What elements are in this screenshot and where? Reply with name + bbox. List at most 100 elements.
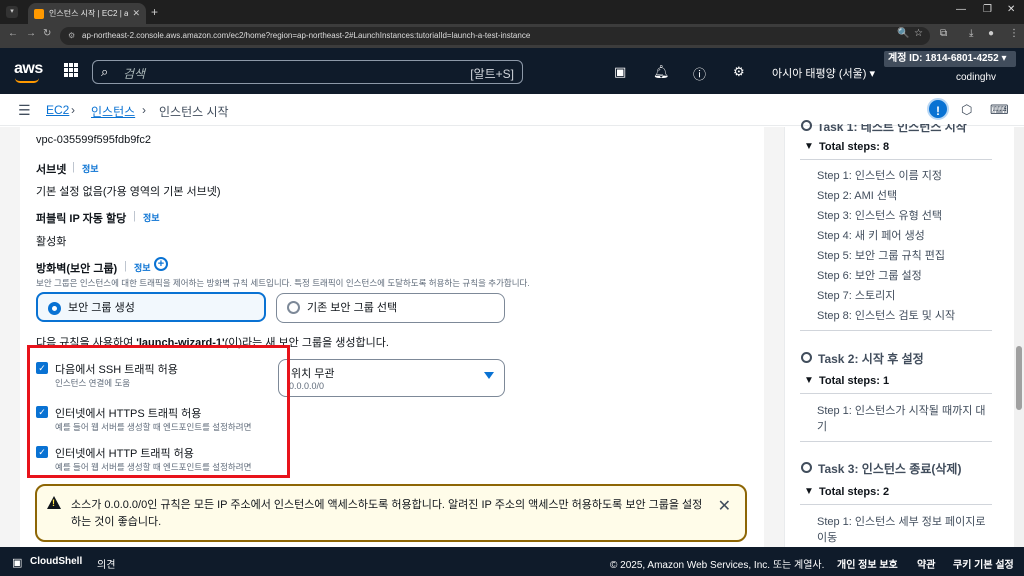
close-tab-icon[interactable]: ✕	[132, 8, 140, 19]
tab-title: 인스턴스 시작 | EC2 | ap-northe	[49, 9, 129, 18]
search-icon: ⌕	[101, 64, 109, 79]
scrollbar-thumb[interactable]	[1016, 346, 1022, 410]
warning-icon	[47, 496, 61, 509]
tutorial-panel-icon[interactable]: ⬡	[961, 102, 972, 118]
cloudshell-footer-icon[interactable]: ▣	[12, 556, 22, 569]
breadcrumb-instances[interactable]: 인스턴스	[91, 103, 135, 120]
account-id-badge[interactable]: 계정 ID: 1814-6801-4252 ▾	[884, 51, 1016, 67]
search-shortcut: [알트+S]	[470, 67, 514, 81]
task3-step-line2[interactable]: 이동	[817, 529, 837, 545]
dismiss-close-icon[interactable]: ✕	[718, 496, 731, 516]
warning-text: 소스가 0.0.0.0/0인 규칙은 모든 IP 주소에서 인스턴스에 액세스하…	[71, 499, 703, 528]
settings-gear-icon[interactable]: ⚙	[733, 64, 745, 80]
task3-title[interactable]: Task 3: 인스턴스 종료(삭제)	[818, 460, 961, 477]
tutorial-scrollbar[interactable]	[1014, 127, 1024, 547]
console-footer: ▣ CloudShell 의견 © 2025, Amazon Web Servi…	[0, 547, 1024, 576]
aws-logo[interactable]: aws	[14, 60, 43, 83]
services-menu-icon[interactable]	[64, 63, 78, 77]
task1-step[interactable]: Step 1: 인스턴스 이름 지정	[817, 167, 942, 183]
task1-expand-icon[interactable]: ▼	[804, 141, 814, 152]
close-window-icon[interactable]: ✕	[1007, 4, 1015, 15]
browser-tab[interactable]: 인스턴스 시작 | EC2 | ap-northe ✕	[28, 3, 146, 24]
task1-step[interactable]: Step 2: AMI 선택	[817, 187, 897, 203]
task3-expand-icon[interactable]: ▼	[804, 486, 814, 497]
firewall-description: 보안 그룹은 인스턴스에 대한 트래픽을 제어하는 방화벽 규칙 세트입니다. …	[36, 278, 530, 288]
task2-title[interactable]: Task 2: 시작 후 설정	[818, 350, 924, 367]
task2-step-line2[interactable]: 기	[817, 418, 827, 434]
radio-existing-security-group[interactable]: 기존 보안 그룹 선택	[276, 293, 505, 323]
task3-step-line1[interactable]: Step 1: 인스턴스 세부 정보 페이지로	[817, 513, 986, 529]
info-panel-icon[interactable]: !	[927, 98, 949, 120]
task2-expand-icon[interactable]: ▼	[804, 375, 814, 386]
aws-smile-icon	[15, 78, 39, 83]
address-bar[interactable]: ⚙ ap-northeast-2.console.aws.amazon.com/…	[60, 27, 930, 45]
site-info-icon[interactable]: ⚙	[68, 27, 75, 45]
bookmark-star-icon[interactable]: ☆	[914, 28, 923, 39]
profile-icon[interactable]: ●	[988, 28, 994, 39]
task-clock-icon	[801, 352, 812, 363]
privacy-link[interactable]: 개인 정보 보호	[837, 556, 898, 571]
help-icon[interactable]: ⓘ	[693, 64, 706, 83]
forward-icon[interactable]: →	[26, 28, 36, 39]
chevron-right-icon: ›	[142, 103, 146, 117]
task1-step[interactable]: Step 7: 스토리지	[817, 287, 895, 303]
side-nav-menu-icon[interactable]: ☰	[18, 102, 31, 119]
task1-total-steps: Total steps: 8	[819, 141, 890, 153]
task2-step-line1[interactable]: Step 1: 인스턴스가 시작될 때까지 대	[817, 402, 986, 418]
radio-selected-icon	[48, 302, 61, 315]
task3-total-steps: Total steps: 2	[819, 486, 890, 498]
url-text: ap-northeast-2.console.aws.amazon.com/ec…	[82, 31, 531, 40]
copyright-text: © 2025, Amazon Web Services, Inc. 또는 계열사…	[610, 560, 825, 571]
zoom-icon[interactable]: 🔍	[897, 28, 909, 39]
task1-step[interactable]: Step 4: 새 키 페어 생성	[817, 227, 925, 243]
minimize-icon[interactable]: —	[956, 4, 966, 15]
feedback-panel-icon[interactable]: ⌨	[990, 102, 1009, 118]
public-ip-value: 활성화	[36, 236, 67, 248]
task2-total-steps: Total steps: 1	[819, 375, 890, 387]
extensions-icon[interactable]: ⧉	[940, 28, 947, 39]
task1-step[interactable]: Step 5: 보안 그룹 규칙 편집	[817, 247, 945, 263]
browser-menu-icon[interactable]: ⋮	[1009, 28, 1019, 39]
terms-link[interactable]: 약관	[917, 556, 935, 571]
breadcrumb-current: 인스턴스 시작	[159, 105, 229, 119]
new-tab-icon[interactable]: +	[151, 5, 158, 19]
tab-search-icon[interactable]: ▾	[6, 6, 18, 18]
notifications-bell-icon[interactable]: 🔔︎	[653, 64, 670, 80]
firewall-label: 방화벽(보안 그룹)	[36, 263, 118, 275]
download-icon[interactable]: ⤓	[969, 28, 973, 39]
public-ip-label: 퍼블릭 IP 자동 할당	[36, 213, 127, 225]
breadcrumb-ec2[interactable]: EC2	[46, 103, 69, 117]
task1-step[interactable]: Step 3: 인스턴스 유형 선택	[817, 207, 942, 223]
task1-step[interactable]: Step 6: 보안 그룹 설정	[817, 267, 922, 283]
chevron-right-icon: ›	[71, 103, 75, 117]
maximize-icon[interactable]: ❐	[983, 4, 992, 15]
radio-create-security-group[interactable]: 보안 그룹 생성	[36, 292, 266, 322]
task-clock-icon	[801, 462, 812, 473]
open-access-warning-alert: 소스가 0.0.0.0/0인 규칙은 모든 IP 주소에서 인스턴스에 액세스하…	[35, 484, 747, 542]
search-placeholder: 검색	[123, 67, 146, 81]
task1-step[interactable]: Step 8: 인스턴스 검토 및 시작	[817, 307, 955, 323]
username[interactable]: codinghv	[956, 72, 996, 83]
subnet-label: 서브넷	[36, 164, 67, 176]
cloudshell-icon[interactable]: ▣	[614, 64, 626, 80]
radio-unselected-icon	[287, 301, 300, 314]
cookie-preferences-link[interactable]: 쿠키 기본 설정	[953, 556, 1014, 571]
console-search-input[interactable]: ⌕ 검색 [알트+S]	[92, 60, 523, 84]
region-selector[interactable]: 아시아 태평양 (서울) ▾	[772, 65, 875, 81]
public-ip-info-link[interactable]: 정보	[143, 211, 160, 224]
feedback-link[interactable]: 의견	[97, 556, 115, 571]
back-icon[interactable]: ←	[8, 28, 18, 39]
task-clock-icon	[801, 120, 812, 131]
ssh-source-select[interactable]: 위치 무관 0.0.0.0/0	[278, 359, 505, 397]
subnet-value: 기본 설정 없음(가용 영역의 기본 서브넷)	[36, 186, 221, 198]
cloudshell-link[interactable]: CloudShell	[30, 556, 82, 567]
firewall-info-link[interactable]: 정보	[134, 261, 151, 274]
reload-icon[interactable]: ↻	[43, 28, 51, 39]
vpc-value: vpc-035599f595fdb9fc2	[36, 134, 151, 146]
subnet-info-link[interactable]: 정보	[82, 162, 99, 175]
add-plus-icon[interactable]: +	[154, 257, 168, 271]
ssh-source-cidr: 0.0.0.0/0	[289, 381, 325, 391]
breadcrumb-bar	[0, 94, 1024, 126]
ssh-source-value: 위치 무관	[291, 368, 335, 380]
aws-favicon-icon	[34, 8, 44, 19]
